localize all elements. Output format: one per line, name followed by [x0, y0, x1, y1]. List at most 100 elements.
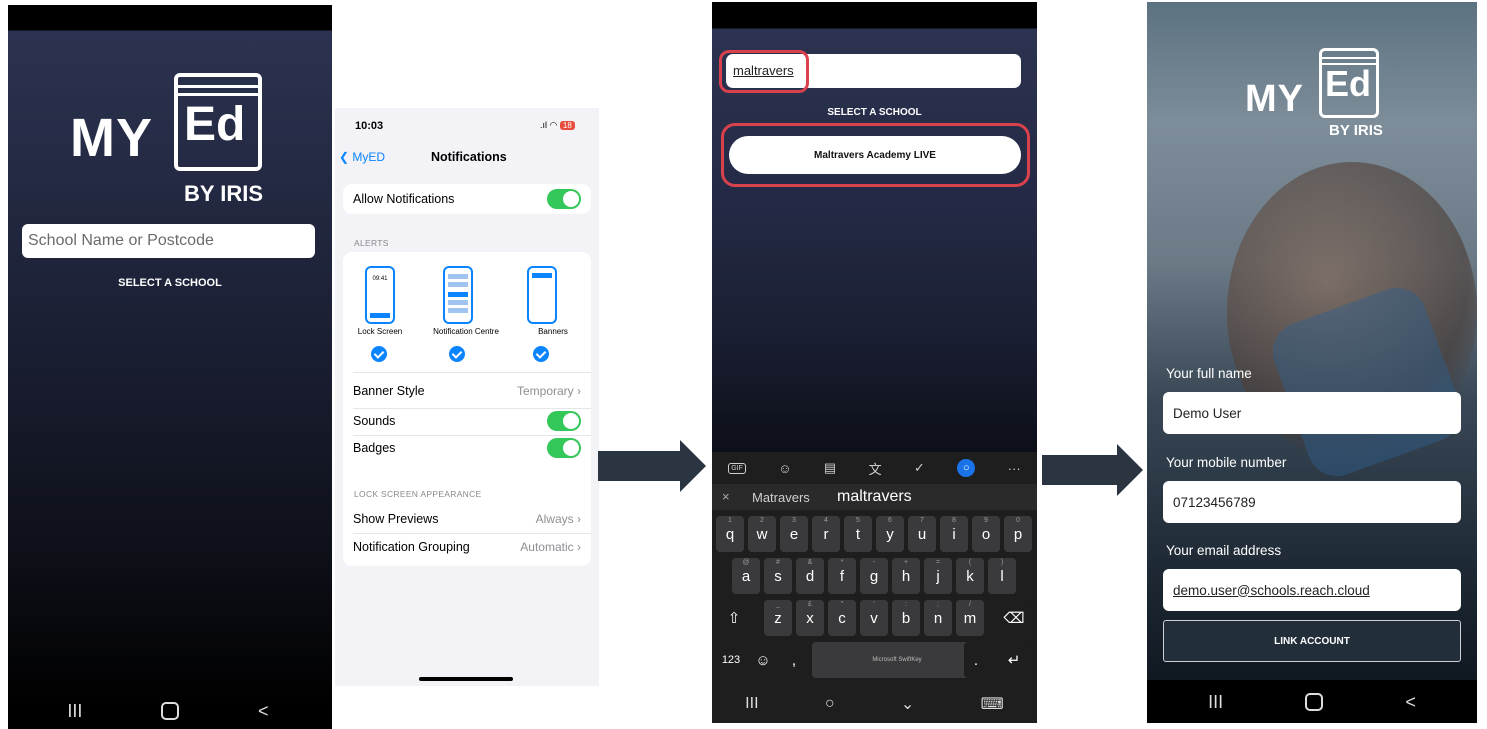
chevron-right-icon: ›: [577, 384, 581, 398]
key-w[interactable]: 2w: [748, 516, 776, 552]
key-j[interactable]: = j: [924, 558, 952, 594]
numbers-key[interactable]: 123: [716, 642, 746, 678]
key-label: c: [838, 609, 846, 627]
back-button[interactable]: <: [1405, 692, 1416, 713]
lock-screen-preview[interactable]: 09:41: [365, 266, 395, 324]
recent-apps-button[interactable]: III: [67, 701, 82, 722]
notification-centre-check-icon[interactable]: [449, 346, 465, 362]
notification-centre-preview[interactable]: [443, 266, 473, 324]
email-input[interactable]: demo.user@schools.reach.cloud: [1163, 569, 1461, 611]
key-e[interactable]: 3e: [780, 516, 808, 552]
key-grid: 1 q 2 w 3 e 4 r 5 t 6 y 7 u 8 i 9 o 0 p @ a # s & d * f - g + h = j(k) l ⇧ _…: [712, 510, 1037, 723]
badges-toggle[interactable]: [547, 438, 581, 458]
key-v[interactable]: ' v: [860, 600, 888, 636]
more-icon[interactable]: ···: [1008, 461, 1021, 476]
translate-icon[interactable]: 文: [869, 459, 882, 478]
key-u[interactable]: 7u: [908, 516, 936, 552]
key-k[interactable]: (k: [956, 558, 984, 594]
enter-key[interactable]: ↵: [996, 642, 1032, 678]
key-label: ,: [791, 651, 797, 669]
key-p[interactable]: 0p: [1004, 516, 1032, 552]
recent-apps-button[interactable]: III: [1208, 692, 1223, 713]
bulb-icon[interactable]: ○: [957, 459, 976, 477]
key-g[interactable]: -g: [860, 558, 888, 594]
key-b[interactable]: :b: [892, 600, 920, 636]
key-a[interactable]: @ a: [732, 558, 760, 594]
sounds-row: Sounds: [353, 409, 581, 433]
key-label: l: [1000, 567, 1004, 585]
backspace-key[interactable]: ⌫: [996, 600, 1032, 636]
back-button[interactable]: <: [258, 701, 269, 722]
key-h[interactable]: + h: [892, 558, 920, 594]
sounds-toggle[interactable]: [547, 411, 581, 431]
home-button[interactable]: [161, 702, 180, 720]
gif-icon[interactable]: GIF: [728, 462, 746, 474]
banners-preview[interactable]: [527, 266, 557, 324]
banner-style-row[interactable]: Banner Style Temporary ›: [353, 381, 581, 401]
key-m[interactable]: / m: [956, 600, 984, 636]
back-link[interactable]: ❮ MyED: [339, 150, 385, 164]
key-c[interactable]: " c: [828, 600, 856, 636]
suggestion-1[interactable]: Matravers: [752, 490, 810, 505]
key-l[interactable]: ) l: [988, 558, 1016, 594]
show-previews-row[interactable]: Show Previews Always ›: [353, 509, 581, 529]
key-n[interactable]: ; n: [924, 600, 952, 636]
period-key[interactable]: .: [964, 642, 988, 678]
space-key[interactable]: Microsoft SwiftKey: [812, 642, 982, 678]
key-hint: @: [742, 559, 750, 566]
link-account-button[interactable]: LINK ACCOUNT: [1163, 620, 1461, 662]
notification-grouping-value: Automatic: [520, 540, 574, 554]
banners-check-icon[interactable]: [533, 346, 549, 362]
key-f[interactable]: * f: [828, 558, 856, 594]
logo-ed-text: Ed: [1325, 63, 1372, 104]
key-z[interactable]: _ z: [764, 600, 792, 636]
chevron-right-icon: ›: [577, 512, 581, 526]
recent-apps-button[interactable]: III: [745, 695, 758, 713]
pen-icon[interactable]: ✓: [914, 460, 925, 476]
emoji-key[interactable]: ☺: [748, 642, 778, 678]
show-previews-value: Always: [535, 512, 574, 526]
myed-logo: MY Ed BY IRIS: [1245, 46, 1395, 146]
shift-key[interactable]: ⇧: [716, 600, 752, 636]
comma-key[interactable]: ,: [780, 642, 808, 678]
sticker-icon[interactable]: ☺: [778, 461, 791, 476]
close-icon[interactable]: ×: [722, 489, 730, 504]
home-button[interactable]: ○: [825, 695, 835, 713]
key-label: q: [725, 525, 735, 543]
key-label: k: [966, 567, 974, 585]
clipboard-icon[interactable]: ▤: [824, 460, 836, 476]
home-button[interactable]: [1305, 693, 1324, 711]
allow-notifications-toggle[interactable]: [547, 189, 581, 209]
key-d[interactable]: & d: [796, 558, 824, 594]
key-hint: :: [905, 601, 907, 608]
keyboard-switch-icon[interactable]: ⌨: [981, 694, 1004, 714]
result-highlight-box: [721, 123, 1030, 187]
link-account-label: LINK ACCOUNT: [1274, 635, 1350, 647]
school-search-input[interactable]: [22, 224, 315, 258]
hide-keyboard-icon[interactable]: ⌄: [901, 694, 914, 714]
key-hint: &: [807, 559, 813, 566]
key-label: o: [981, 525, 991, 543]
key-hint: 5: [856, 517, 860, 524]
key-t[interactable]: 5t: [844, 516, 872, 552]
key-y[interactable]: 6y: [876, 516, 904, 552]
key-s[interactable]: # s: [764, 558, 792, 594]
key-o[interactable]: 9o: [972, 516, 1000, 552]
lock-screen-appearance-card: Show Previews Always › Notification Grou…: [343, 504, 591, 562]
key-i[interactable]: 8i: [940, 516, 968, 552]
key-q[interactable]: 1q: [716, 516, 744, 552]
full-name-input[interactable]: Demo User: [1163, 392, 1461, 434]
mobile-number-input[interactable]: 07123456789: [1163, 481, 1461, 523]
suggestion-2[interactable]: maltravers: [837, 488, 912, 506]
wifi-icon: ◠: [549, 120, 558, 130]
notification-grouping-row[interactable]: Notification Grouping Automatic ›: [353, 537, 581, 557]
notification-grouping-label: Notification Grouping: [353, 540, 470, 554]
key-r[interactable]: 4r: [812, 516, 840, 552]
key-hint: ': [873, 601, 875, 608]
lock-screen-check-icon[interactable]: [371, 346, 387, 362]
allow-notifications-label: Allow Notifications: [353, 192, 455, 206]
key-hint: 6: [888, 517, 892, 524]
suggestion-bar: × Matravers maltravers: [712, 484, 1037, 510]
key-label: h: [901, 567, 911, 585]
key-x[interactable]: £ x: [796, 600, 824, 636]
